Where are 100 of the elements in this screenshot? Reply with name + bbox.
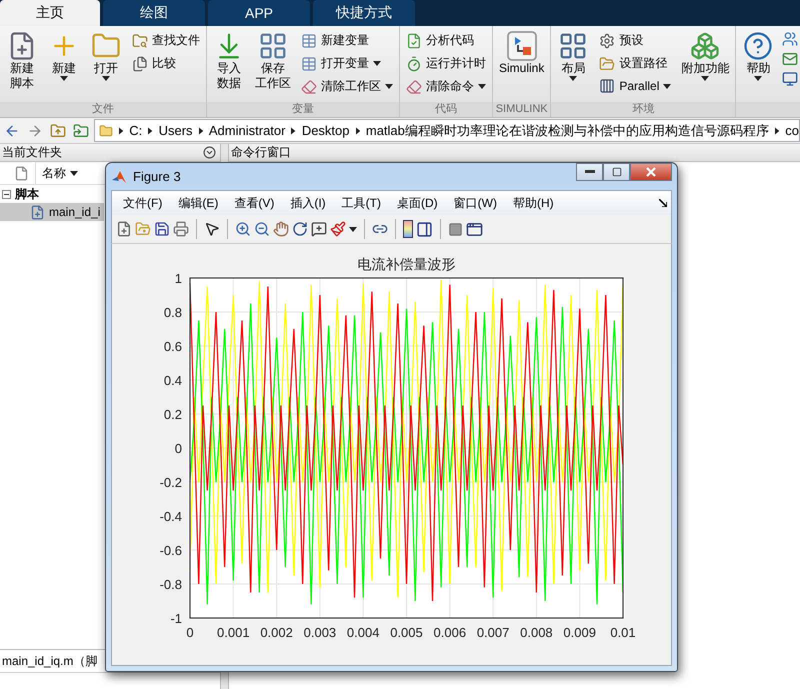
toolstrip-button[interactable]: Simulink	[495, 28, 548, 76]
panel-title: 命令行窗口	[231, 144, 291, 161]
toolstrip-button[interactable]: 清除命令	[402, 76, 490, 97]
tick-label: 0.005	[390, 625, 423, 640]
minimize-button[interactable]	[576, 163, 603, 181]
up-folder-button[interactable]	[48, 122, 68, 140]
caret-icon	[349, 226, 357, 232]
toolstrip-button[interactable]: 导入 数据	[209, 28, 249, 91]
path-segment[interactable]: C:	[129, 123, 142, 138]
toolstrip-button[interactable]: 布局	[553, 28, 594, 81]
toolstrip-button[interactable]: 打开变量	[297, 53, 397, 74]
save-icon[interactable]	[154, 221, 170, 237]
ribbon-tab[interactable]: 快捷方式	[313, 0, 415, 26]
minimize-icon	[584, 170, 594, 174]
toolstrip-button[interactable]: 清除工作区	[297, 76, 397, 97]
group-label: 脚本	[15, 186, 39, 202]
monitor-icon	[782, 71, 798, 87]
dock-arrow-icon[interactable]	[659, 199, 667, 207]
hand-icon[interactable]	[273, 221, 289, 237]
tick-label: 0.002	[260, 625, 293, 640]
tick-label: 0.003	[304, 625, 336, 640]
show-tools-icon[interactable]	[466, 220, 483, 238]
matlab-logo-icon	[111, 168, 127, 184]
menu-item[interactable]: 工具(T)	[334, 194, 388, 212]
path-segment[interactable]: Administrator	[208, 123, 286, 138]
toolstrip-button[interactable]: 比较	[128, 53, 204, 74]
section-label: 代码	[400, 102, 492, 117]
path-field[interactable]: C: Users Administrator Desktop matlab编程瞬时功率理论在谐波检测与补偿中的应用构造信号源码程序 co	[94, 119, 800, 142]
ribbon-tab[interactable]: 绘图	[103, 0, 205, 26]
print-icon[interactable]	[173, 221, 189, 237]
arrow-right-icon	[27, 122, 43, 138]
pointer-icon[interactable]	[204, 221, 220, 237]
tick-label: -0.6	[160, 543, 182, 558]
file-row[interactable]: main_id_i	[0, 203, 104, 221]
toolstrip-button[interactable]	[780, 70, 800, 88]
toolstrip-button[interactable]: 附加功能	[677, 28, 734, 81]
chevron-down-icon[interactable]	[203, 146, 216, 159]
tick-label: 0.4	[164, 373, 182, 388]
path-segment[interactable]: Desktop	[302, 123, 350, 138]
menu-item[interactable]: 编辑(E)	[171, 194, 226, 212]
colorbar-icon[interactable]	[403, 220, 413, 238]
menu-item[interactable]: 桌面(D)	[390, 194, 445, 212]
collapse-icon[interactable]	[2, 190, 11, 198]
toolstrip-button[interactable]: 查找文件	[128, 30, 204, 51]
maximize-button[interactable]	[603, 163, 630, 181]
menu-item[interactable]: 查看(V)	[227, 194, 282, 212]
brush-icon[interactable]	[330, 221, 346, 237]
toolstrip-button[interactable]: 新建 脚本	[2, 28, 42, 91]
eraser-icon	[406, 78, 422, 94]
block-diagram-icon	[506, 31, 537, 61]
table-icon	[301, 32, 317, 48]
tick-label: -1	[170, 611, 182, 626]
toolstrip-button[interactable]: 帮助	[738, 28, 778, 81]
menu-item[interactable]: 窗口(W)	[446, 194, 504, 212]
caret-icon	[70, 170, 78, 176]
path-segment[interactable]: Users	[158, 123, 193, 138]
toolstrip-button[interactable]: 设置路径	[595, 53, 676, 74]
hide-tools-icon[interactable]	[448, 222, 463, 236]
toolstrip-button[interactable]: Parallel	[595, 76, 676, 96]
legend-icon[interactable]	[416, 220, 433, 238]
close-button[interactable]	[630, 163, 672, 181]
label-bar	[736, 102, 800, 117]
path-segment[interactable]: matlab编程瞬时功率理论在谐波检测与补偿中的应用构造信号源码程序	[366, 122, 769, 140]
toolstrip-button[interactable]: 打开	[86, 28, 126, 81]
checklist-icon	[406, 32, 422, 48]
toolstrip-button[interactable]: 分析代码	[402, 30, 490, 51]
ribbon-tab[interactable]: APP	[208, 0, 310, 26]
folder-search-icon	[132, 32, 148, 48]
menu-item[interactable]: 帮助(H)	[506, 194, 561, 212]
rotate-icon[interactable]	[292, 221, 308, 237]
toolstrip-button[interactable]: 新建	[44, 28, 84, 81]
tick-label: 1	[174, 271, 182, 286]
toolstrip-button[interactable]: 保存 工作区	[251, 28, 295, 91]
zoom-out-icon[interactable]	[254, 221, 270, 237]
chevron-icon	[291, 126, 296, 134]
chevron-icon	[118, 126, 124, 134]
data-tip-icon[interactable]	[311, 221, 327, 237]
path-segment[interactable]: co	[785, 123, 799, 138]
tick-label: 0.007	[476, 625, 510, 640]
toolstrip-button[interactable]: 新建变量	[297, 30, 397, 51]
help-icon	[743, 31, 774, 61]
new-file-icon[interactable]	[116, 221, 132, 237]
zoom-in-icon[interactable]	[235, 221, 251, 237]
maximize-icon	[612, 167, 622, 177]
tick-label: -0.8	[160, 577, 182, 592]
menu-item[interactable]: 插入(I)	[283, 194, 333, 212]
toolstrip-button[interactable]	[780, 30, 800, 48]
eraser-icon	[301, 78, 317, 94]
chart-title: 电流补偿量波形	[358, 256, 456, 272]
tick-label: 0.009	[563, 625, 596, 640]
section-label: 变量	[207, 102, 399, 117]
toolstrip-button[interactable]: 运行并计时	[402, 53, 490, 74]
menu-item[interactable]: 文件(F)	[116, 194, 170, 212]
tick-label: 0	[186, 625, 194, 640]
ribbon-tab[interactable]: 主页	[0, 0, 100, 26]
tick-label: -0.4	[160, 509, 182, 524]
browse-button[interactable]	[71, 122, 91, 140]
toolstrip-button[interactable]	[780, 50, 800, 68]
tick-label: 0.008	[520, 625, 553, 640]
toolstrip-button[interactable]: 预设	[595, 30, 676, 51]
